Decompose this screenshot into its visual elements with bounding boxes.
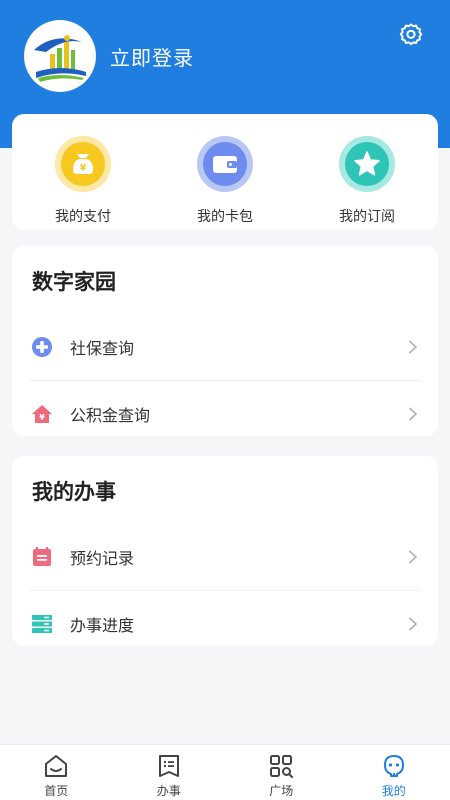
chevron-right-icon (409, 407, 417, 420)
housing-fund-query-item[interactable]: ¥ 公积金查询 (30, 380, 420, 446)
my-card-wallet-label: 我的卡包 (197, 209, 253, 225)
profile-icon (383, 755, 404, 777)
my-payment-button[interactable]: ¥ 我的支付 (12, 114, 154, 230)
wallet-icon (197, 136, 253, 192)
progress-icon (32, 614, 52, 633)
social-security-query-item[interactable]: 社保查询 (30, 314, 420, 380)
tab-mine[interactable]: 我的 (338, 745, 450, 800)
grid-search-icon (270, 755, 294, 778)
digital-home-card: 数字家园 社保查询 ¥ 公积金查询 (12, 246, 438, 436)
gear-icon (399, 23, 423, 46)
svg-text:¥: ¥ (39, 413, 45, 422)
quick-actions-card: ¥ 我的支付 我的卡包 我的订阅 (12, 114, 438, 230)
document-icon (158, 755, 179, 777)
home-icon (45, 755, 68, 777)
row-label: 社保查询 (70, 339, 135, 358)
chevron-right-icon (409, 617, 417, 630)
chevron-right-icon (409, 340, 417, 354)
section-title: 数字家园 (32, 270, 116, 294)
affairs-progress-item[interactable]: 办事进度 (30, 590, 420, 656)
house-icon: ¥ (32, 404, 52, 423)
avatar[interactable] (24, 20, 96, 92)
tab-plaza[interactable]: 广场 (225, 745, 338, 800)
section-title: 我的办事 (32, 480, 116, 504)
bottom-tab-bar: 首页 办事 广场 我的 (0, 744, 450, 800)
tab-label: 办事 (156, 784, 181, 798)
city-logo-icon (34, 35, 86, 82)
my-affairs-card: 我的办事 预约记录 办事进度 (12, 456, 438, 646)
tab-label: 广场 (269, 784, 294, 798)
tab-label: 我的 (381, 784, 406, 798)
tab-affairs[interactable]: 办事 (113, 745, 226, 800)
calendar-icon (33, 547, 51, 566)
row-label: 预约记录 (70, 549, 135, 568)
plus-circle-icon (32, 337, 52, 357)
money-bag-icon: ¥ (55, 136, 111, 192)
row-label: 公积金查询 (70, 405, 151, 425)
my-payment-label: 我的支付 (55, 209, 111, 225)
settings-button[interactable] (396, 20, 426, 50)
appointment-record-item[interactable]: 预约记录 (30, 524, 420, 590)
my-subscription-button[interactable]: 我的订阅 (296, 114, 438, 230)
svg-text:¥: ¥ (80, 164, 87, 174)
row-label: 办事进度 (70, 615, 135, 635)
my-card-wallet-button[interactable]: 我的卡包 (154, 114, 296, 230)
star-icon (339, 136, 395, 192)
tab-home[interactable]: 首页 (0, 745, 113, 800)
login-link[interactable]: 立即登录 (110, 42, 194, 71)
tab-label: 首页 (44, 784, 69, 798)
chevron-right-icon (409, 550, 417, 564)
my-subscription-label: 我的订阅 (339, 209, 395, 225)
